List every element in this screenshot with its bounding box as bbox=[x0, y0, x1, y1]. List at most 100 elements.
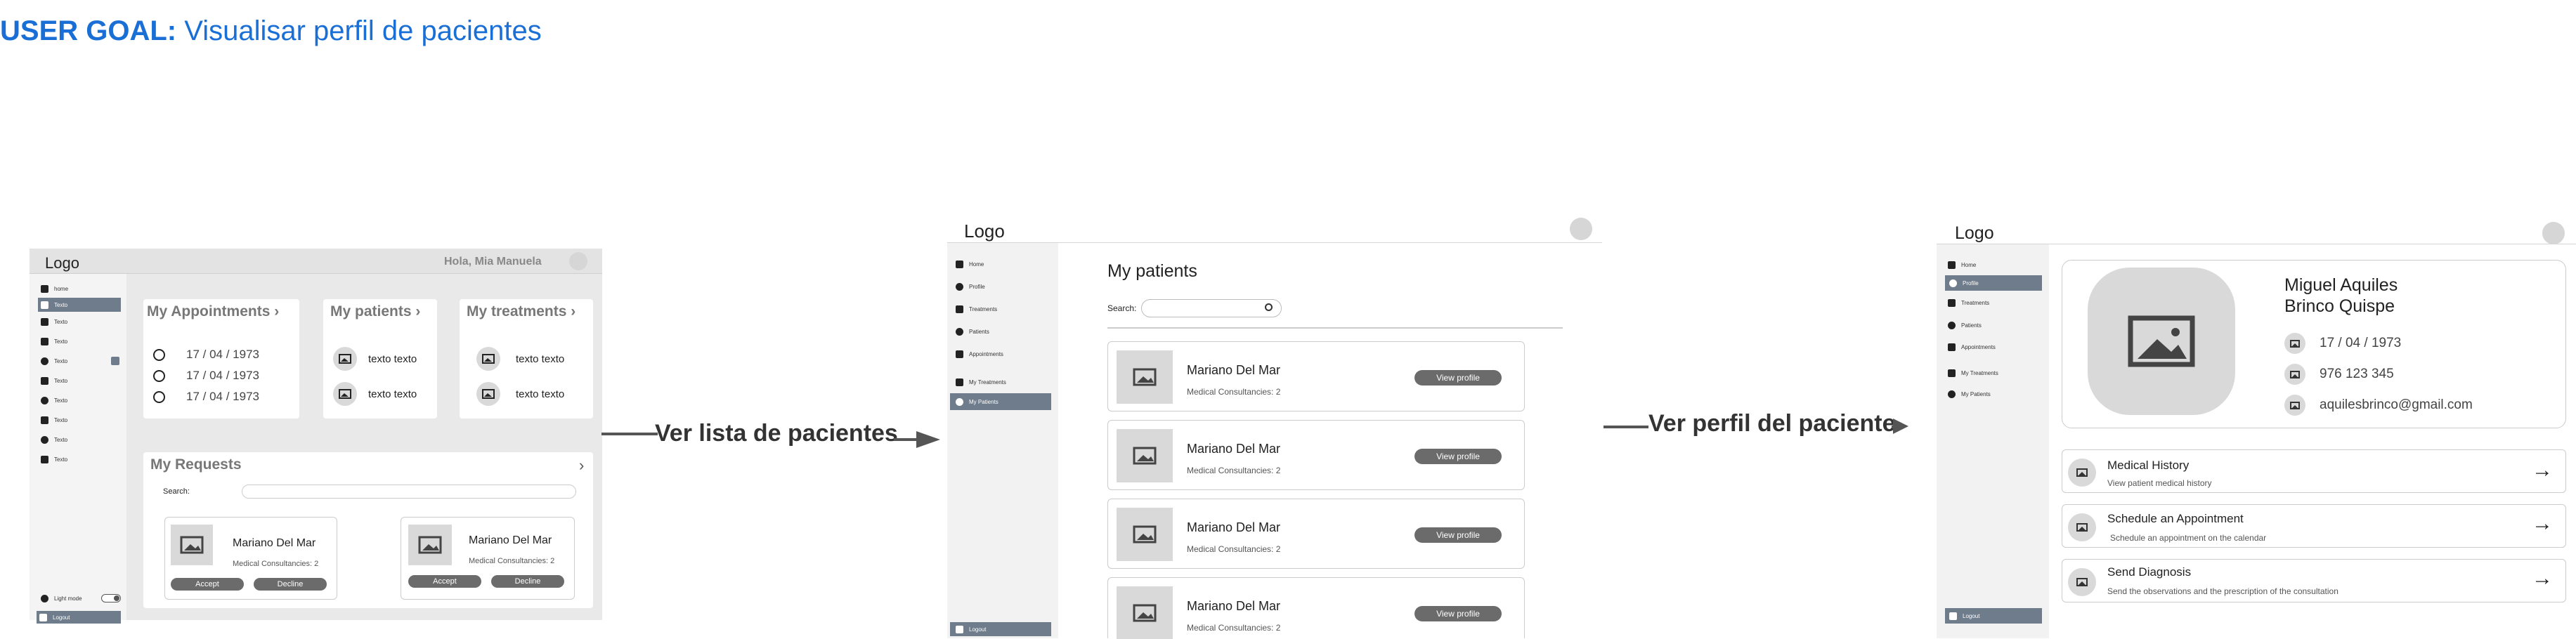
request-card[interactable]: Mariano Del Mar Medical Consultancies: 2… bbox=[164, 517, 337, 600]
apps-icon bbox=[41, 455, 48, 463]
sidebar-item-my-treatments[interactable]: My Treatments bbox=[947, 371, 1058, 393]
sidebar-item-9[interactable]: Texto bbox=[30, 430, 126, 449]
send-diagnosis-action[interactable]: Send Diagnosis Send the observations and… bbox=[2062, 559, 2566, 602]
patient-row[interactable]: texto texto bbox=[333, 376, 417, 411]
light-mode-toggle[interactable] bbox=[101, 594, 121, 602]
appointments-card[interactable]: My Appointments › 17 / 04 / 1973 17 / 04… bbox=[143, 299, 299, 419]
patients-title[interactable]: My patients › bbox=[330, 303, 420, 320]
grid-icon bbox=[1948, 369, 1956, 377]
patient-card[interactable]: Mariano Del Mar Medical Consultancies: 2… bbox=[1107, 577, 1525, 639]
treatments-card[interactable]: My treatments › texto texto texto texto bbox=[460, 299, 593, 419]
sidebar-item-6[interactable]: Texto bbox=[30, 371, 126, 390]
sidebar-item-my-treatments[interactable]: My Treatments bbox=[1937, 362, 2049, 383]
avatar[interactable] bbox=[1570, 218, 1592, 240]
sidebar-item-appointments[interactable]: Appointments bbox=[947, 343, 1058, 365]
schedule-appointment-action[interactable]: Schedule an Appointment Schedule an appo… bbox=[2062, 504, 2566, 548]
sidebar-item-treatments[interactable]: Treatments bbox=[1937, 291, 2049, 315]
medical-history-action[interactable]: Medical History View patient medical his… bbox=[2062, 449, 2566, 493]
decline-button[interactable]: Decline bbox=[491, 575, 564, 588]
sidebar-item-treatments[interactable]: Treatments bbox=[947, 298, 1058, 320]
patients-card[interactable]: My patients › texto texto texto texto bbox=[323, 299, 437, 419]
calendar-icon bbox=[2284, 333, 2305, 354]
image-placeholder-icon bbox=[171, 525, 213, 565]
chevron-right-icon[interactable]: › bbox=[579, 456, 584, 475]
search-input[interactable] bbox=[242, 485, 576, 499]
eye-icon bbox=[41, 396, 48, 404]
accept-button[interactable]: Accept bbox=[171, 578, 244, 591]
treatment-row[interactable]: texto texto bbox=[476, 376, 564, 411]
sidebar-item-label: Texto bbox=[54, 436, 68, 443]
patient-row[interactable]: texto texto bbox=[333, 341, 417, 376]
view-profile-button[interactable]: View profile bbox=[1414, 449, 1502, 464]
patient-text: texto texto bbox=[368, 353, 417, 365]
sidebar-item-home[interactable]: Home bbox=[1937, 254, 2049, 275]
sidebar-item-home[interactable]: home bbox=[30, 279, 126, 298]
gear-icon bbox=[41, 435, 48, 444]
requests-title[interactable]: My Requests bbox=[150, 456, 242, 473]
sidebar: Home Profile Treatments Patients Appoint… bbox=[1937, 244, 2049, 638]
appointment-row[interactable]: 17 / 04 / 1973 bbox=[153, 344, 259, 365]
arrow-right-icon[interactable]: → bbox=[2532, 512, 2553, 536]
avatar[interactable] bbox=[2542, 222, 2565, 244]
appointment-row[interactable]: 17 / 04 / 1973 bbox=[153, 386, 259, 407]
sidebar-item-label: My Treatments bbox=[969, 378, 1006, 386]
grid-icon bbox=[956, 378, 963, 386]
users-icon bbox=[956, 327, 963, 336]
decline-button[interactable]: Decline bbox=[254, 578, 327, 591]
sidebar-item-profile[interactable]: Profile bbox=[1945, 275, 2042, 291]
sidebar-item-7[interactable]: Texto bbox=[30, 390, 126, 410]
moon-icon bbox=[41, 594, 48, 602]
checkbox-icon bbox=[41, 301, 48, 309]
patient-name-line1: Miguel Aquiles bbox=[2284, 275, 2398, 295]
chevron-right-icon: › bbox=[571, 303, 576, 320]
arrow-right-icon[interactable]: → bbox=[2532, 567, 2553, 591]
treatments-title-text: My treatments bbox=[467, 303, 567, 320]
sidebar-item-3[interactable]: Texto bbox=[30, 312, 126, 331]
cloud-icon bbox=[41, 357, 48, 365]
appointments-title[interactable]: My Appointments › bbox=[147, 303, 279, 320]
treatments-title[interactable]: My treatments › bbox=[467, 303, 575, 320]
chevron-right-icon: › bbox=[415, 303, 421, 320]
sidebar-item-patients[interactable]: Patients bbox=[1937, 315, 2049, 336]
sidebar-item-2[interactable]: Texto bbox=[38, 298, 121, 312]
sidebar-item-home[interactable]: Home bbox=[947, 253, 1058, 275]
logout-icon bbox=[39, 613, 47, 621]
patient-card[interactable]: Mariano Del Mar Medical Consultancies: 2… bbox=[1107, 420, 1525, 490]
view-profile-button[interactable]: View profile bbox=[1414, 527, 1502, 543]
logo[interactable]: Logo bbox=[964, 220, 1005, 242]
sidebar-item-patients[interactable]: Patients bbox=[947, 320, 1058, 343]
logout-button[interactable]: Logout bbox=[950, 622, 1051, 636]
sidebar-item-10[interactable]: Texto bbox=[30, 449, 126, 469]
view-profile-button[interactable]: View profile bbox=[1414, 606, 1502, 621]
search-icon[interactable] bbox=[1265, 303, 1273, 311]
patient-card[interactable]: Mariano Del Mar Medical Consultancies: 2… bbox=[1107, 341, 1525, 411]
patient-card[interactable]: Mariano Del Mar Medical Consultancies: 2… bbox=[1107, 499, 1525, 569]
sidebar-item-8[interactable]: Texto bbox=[30, 410, 126, 430]
sidebar-item-5[interactable]: Texto bbox=[30, 351, 126, 371]
avatar[interactable] bbox=[569, 252, 587, 270]
appointment-date: 17 / 04 / 1973 bbox=[186, 369, 259, 382]
sidebar-item-my-patients[interactable]: My Patients bbox=[950, 393, 1051, 410]
patient-consultancies: Medical Consultancies: 2 bbox=[1187, 466, 1281, 475]
screen-patients-list: Logo Home Profile Treatments Patients Ap… bbox=[947, 215, 1602, 639]
view-profile-button[interactable]: View profile bbox=[1414, 370, 1502, 386]
home-icon bbox=[1948, 261, 1956, 269]
appointment-row[interactable]: 17 / 04 / 1973 bbox=[153, 365, 259, 386]
request-name: Mariano Del Mar bbox=[469, 534, 552, 546]
logout-button[interactable]: Logout bbox=[37, 611, 121, 624]
profile-photo-placeholder bbox=[2088, 268, 2235, 415]
treatment-row[interactable]: texto texto bbox=[476, 341, 564, 376]
sidebar-item-profile[interactable]: Profile bbox=[947, 275, 1058, 298]
accept-button[interactable]: Accept bbox=[408, 575, 481, 588]
logo[interactable]: Logo bbox=[1955, 223, 1994, 244]
sidebar-item-my-patients[interactable]: My Patients bbox=[1937, 383, 2049, 404]
arrow-right-icon[interactable]: → bbox=[2532, 459, 2553, 482]
logo[interactable]: Logo bbox=[45, 254, 79, 272]
search-input[interactable] bbox=[1141, 299, 1282, 317]
logout-button[interactable]: Logout bbox=[1945, 608, 2042, 624]
sidebar-item-4[interactable]: Texto bbox=[30, 331, 126, 351]
image-placeholder-icon bbox=[2068, 568, 2096, 596]
request-card[interactable]: Mariano Del Mar Medical Consultancies: 2… bbox=[401, 517, 575, 600]
sidebar-item-appointments[interactable]: Appointments bbox=[1937, 336, 2049, 358]
action-title: Send Diagnosis bbox=[2107, 565, 2192, 579]
